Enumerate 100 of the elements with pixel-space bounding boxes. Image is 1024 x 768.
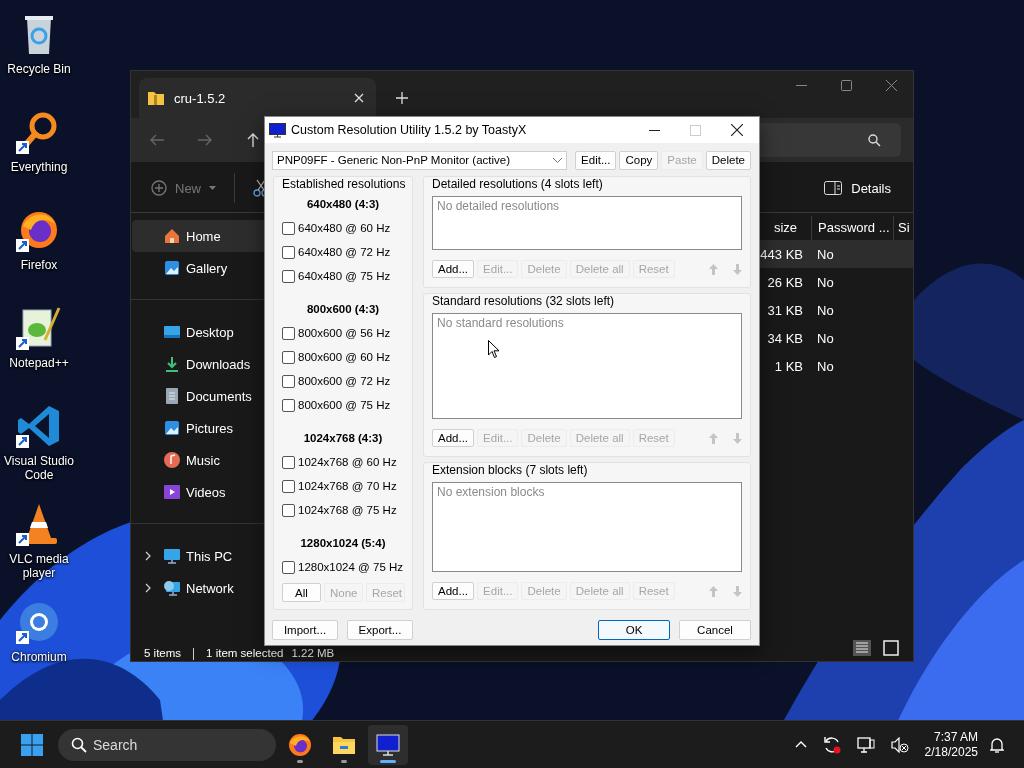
- table-cell-text: No: [816, 246, 835, 262]
- details-pane-icon: [824, 181, 843, 195]
- checkbox[interactable]: [282, 245, 295, 259]
- add-button[interactable]: Add...: [432, 429, 475, 447]
- status-text: 5 items: [144, 647, 182, 660]
- clock-time[interactable]: 7:37 AM: [933, 729, 978, 745]
- resolution-checkbox[interactable]: 1024x768 @ 70 Hz: [274, 474, 412, 498]
- checkbox[interactable]: [282, 479, 295, 493]
- list-box[interactable]: No detailed resolutions: [432, 196, 742, 250]
- checkbox[interactable]: [282, 326, 295, 340]
- icon-label[interactable]: Visual Studio Code: [0, 454, 78, 482]
- import-button[interactable]: Import...: [272, 620, 338, 640]
- icon-label[interactable]: Firefox: [20, 258, 58, 272]
- resolution-checkbox[interactable]: 800x600 @ 56 Hz: [274, 321, 412, 345]
- gallery-icon: [163, 259, 181, 277]
- checkbox[interactable]: [282, 455, 295, 469]
- group-title: Standard resolutions (32 slots left): [431, 294, 616, 308]
- sync-icon[interactable]: [822, 735, 841, 754]
- add-button[interactable]: Add...: [432, 582, 475, 600]
- resolution-checkbox[interactable]: 800x600 @ 72 Hz: [274, 369, 412, 393]
- table-cell-text: 26 KB: [766, 274, 804, 290]
- group-heading: 640x480 (4:3): [305, 197, 381, 212]
- monitor-dropdown[interactable]: PNP09FF - Generic Non-PnP Monitor (active): [272, 150, 568, 170]
- resolution-checkbox[interactable]: 1024x768 @ 75 Hz: [274, 498, 412, 522]
- file-row[interactable]: 31 KB No: [757, 296, 913, 324]
- list-box[interactable]: No standard resolutions: [432, 313, 742, 419]
- checkbox[interactable]: [282, 398, 295, 412]
- ok-button[interactable]: OK: [598, 620, 670, 640]
- start-icon[interactable]: [21, 733, 43, 756]
- edit-button[interactable]: Edit...: [575, 150, 617, 170]
- checkbox[interactable]: [282, 269, 295, 283]
- checkbox[interactable]: [282, 374, 295, 388]
- export-button[interactable]: Export...: [347, 620, 413, 640]
- group-heading: 1280x1024 (5:4): [299, 536, 387, 551]
- list-box[interactable]: No extension blocks: [432, 482, 742, 572]
- status-text: 1.22 MB: [291, 647, 335, 660]
- checkbox[interactable]: [282, 221, 295, 235]
- icon-label[interactable]: Chromium: [11, 650, 67, 664]
- empty-message: No detailed resolutions: [437, 199, 560, 213]
- empty-message: No extension blocks: [437, 485, 545, 499]
- table-cell-text: No: [816, 330, 835, 346]
- icon-label[interactable]: Everything: [10, 160, 68, 174]
- tile-view-icon[interactable]: [883, 639, 899, 656]
- table-cell-text: 1 KB: [773, 358, 804, 374]
- new-button[interactable]: New: [151, 180, 216, 196]
- volume-muted-icon[interactable]: [890, 736, 909, 753]
- cursor-icon: [488, 340, 500, 359]
- document-icon: [163, 387, 181, 405]
- picture-icon: [163, 419, 181, 437]
- file-row[interactable]: 1 KB No: [757, 352, 913, 380]
- file-row[interactable]: 443 KB No: [757, 240, 913, 268]
- table-cell-text: 31 KB: [766, 302, 804, 318]
- column-header[interactable]: size: [757, 216, 811, 240]
- resolution-checkbox[interactable]: 1024x768 @ 60 Hz: [274, 450, 412, 474]
- window-title: Custom Resolution Utility 1.5.2 by ToastyX: [291, 123, 528, 137]
- desktop-icon: [163, 323, 181, 341]
- up-icon[interactable]: [245, 132, 261, 148]
- network-icon[interactable]: [856, 736, 875, 753]
- group-heading: 1024x768 (4:3): [302, 431, 384, 446]
- delete-button[interactable]: Delete: [705, 150, 751, 170]
- resolution-checkbox[interactable]: 640x480 @ 75 Hz: [274, 264, 412, 288]
- resolution-checkbox[interactable]: 1280x1024 @ 75 Hz: [274, 555, 412, 579]
- music-icon: [163, 451, 181, 469]
- cancel-button[interactable]: Cancel: [679, 620, 751, 640]
- running-indicator: [341, 759, 347, 763]
- add-button[interactable]: Add...: [432, 260, 475, 278]
- empty-message: No standard resolutions: [437, 316, 564, 330]
- video-icon: [163, 483, 181, 501]
- close-icon[interactable]: [731, 124, 743, 136]
- file-row[interactable]: 26 KB No: [757, 268, 913, 296]
- icon-label[interactable]: Notepad++: [9, 356, 69, 370]
- chevron-icon[interactable]: [145, 583, 152, 593]
- group-heading: 800x600 (4:3): [305, 302, 381, 317]
- file-row[interactable]: 34 KB No: [757, 324, 913, 352]
- checkbox[interactable]: [282, 350, 295, 364]
- monitor-icon: [163, 547, 181, 565]
- table-cell-text: No: [816, 302, 835, 318]
- copy-button[interactable]: Copy: [619, 150, 659, 170]
- search-icon: [868, 133, 881, 147]
- icon-label[interactable]: Recycle Bin: [7, 62, 71, 76]
- group-title: Established resolutions: [281, 177, 407, 191]
- all-button[interactable]: All: [282, 583, 321, 602]
- notification-icon[interactable]: [990, 736, 1004, 753]
- taskbar-app[interactable]: [368, 724, 408, 765]
- new-tab-icon[interactable]: [396, 92, 408, 104]
- window-tab[interactable]: cru-1.5.2: [139, 78, 376, 118]
- chevron-icon[interactable]: [145, 551, 152, 561]
- search-field[interactable]: Search: [58, 728, 276, 761]
- table-cell-text: 34 KB: [766, 330, 804, 346]
- status-text: 1 item selected: [206, 647, 284, 660]
- checkbox[interactable]: [282, 560, 295, 574]
- resolution-checkbox[interactable]: 800x600 @ 75 Hz: [274, 393, 412, 417]
- group-title: Extension blocks (7 slots left): [431, 463, 589, 477]
- details-button[interactable]: Details: [824, 180, 891, 196]
- list-view-icon[interactable]: [853, 639, 871, 656]
- clock-date[interactable]: 2/18/2025: [924, 744, 978, 760]
- checkbox[interactable]: [282, 503, 295, 517]
- maximize-icon[interactable]: [841, 80, 852, 91]
- resolution-checkbox[interactable]: 800x600 @ 60 Hz: [274, 345, 412, 369]
- chevron-up-icon[interactable]: [794, 741, 807, 748]
